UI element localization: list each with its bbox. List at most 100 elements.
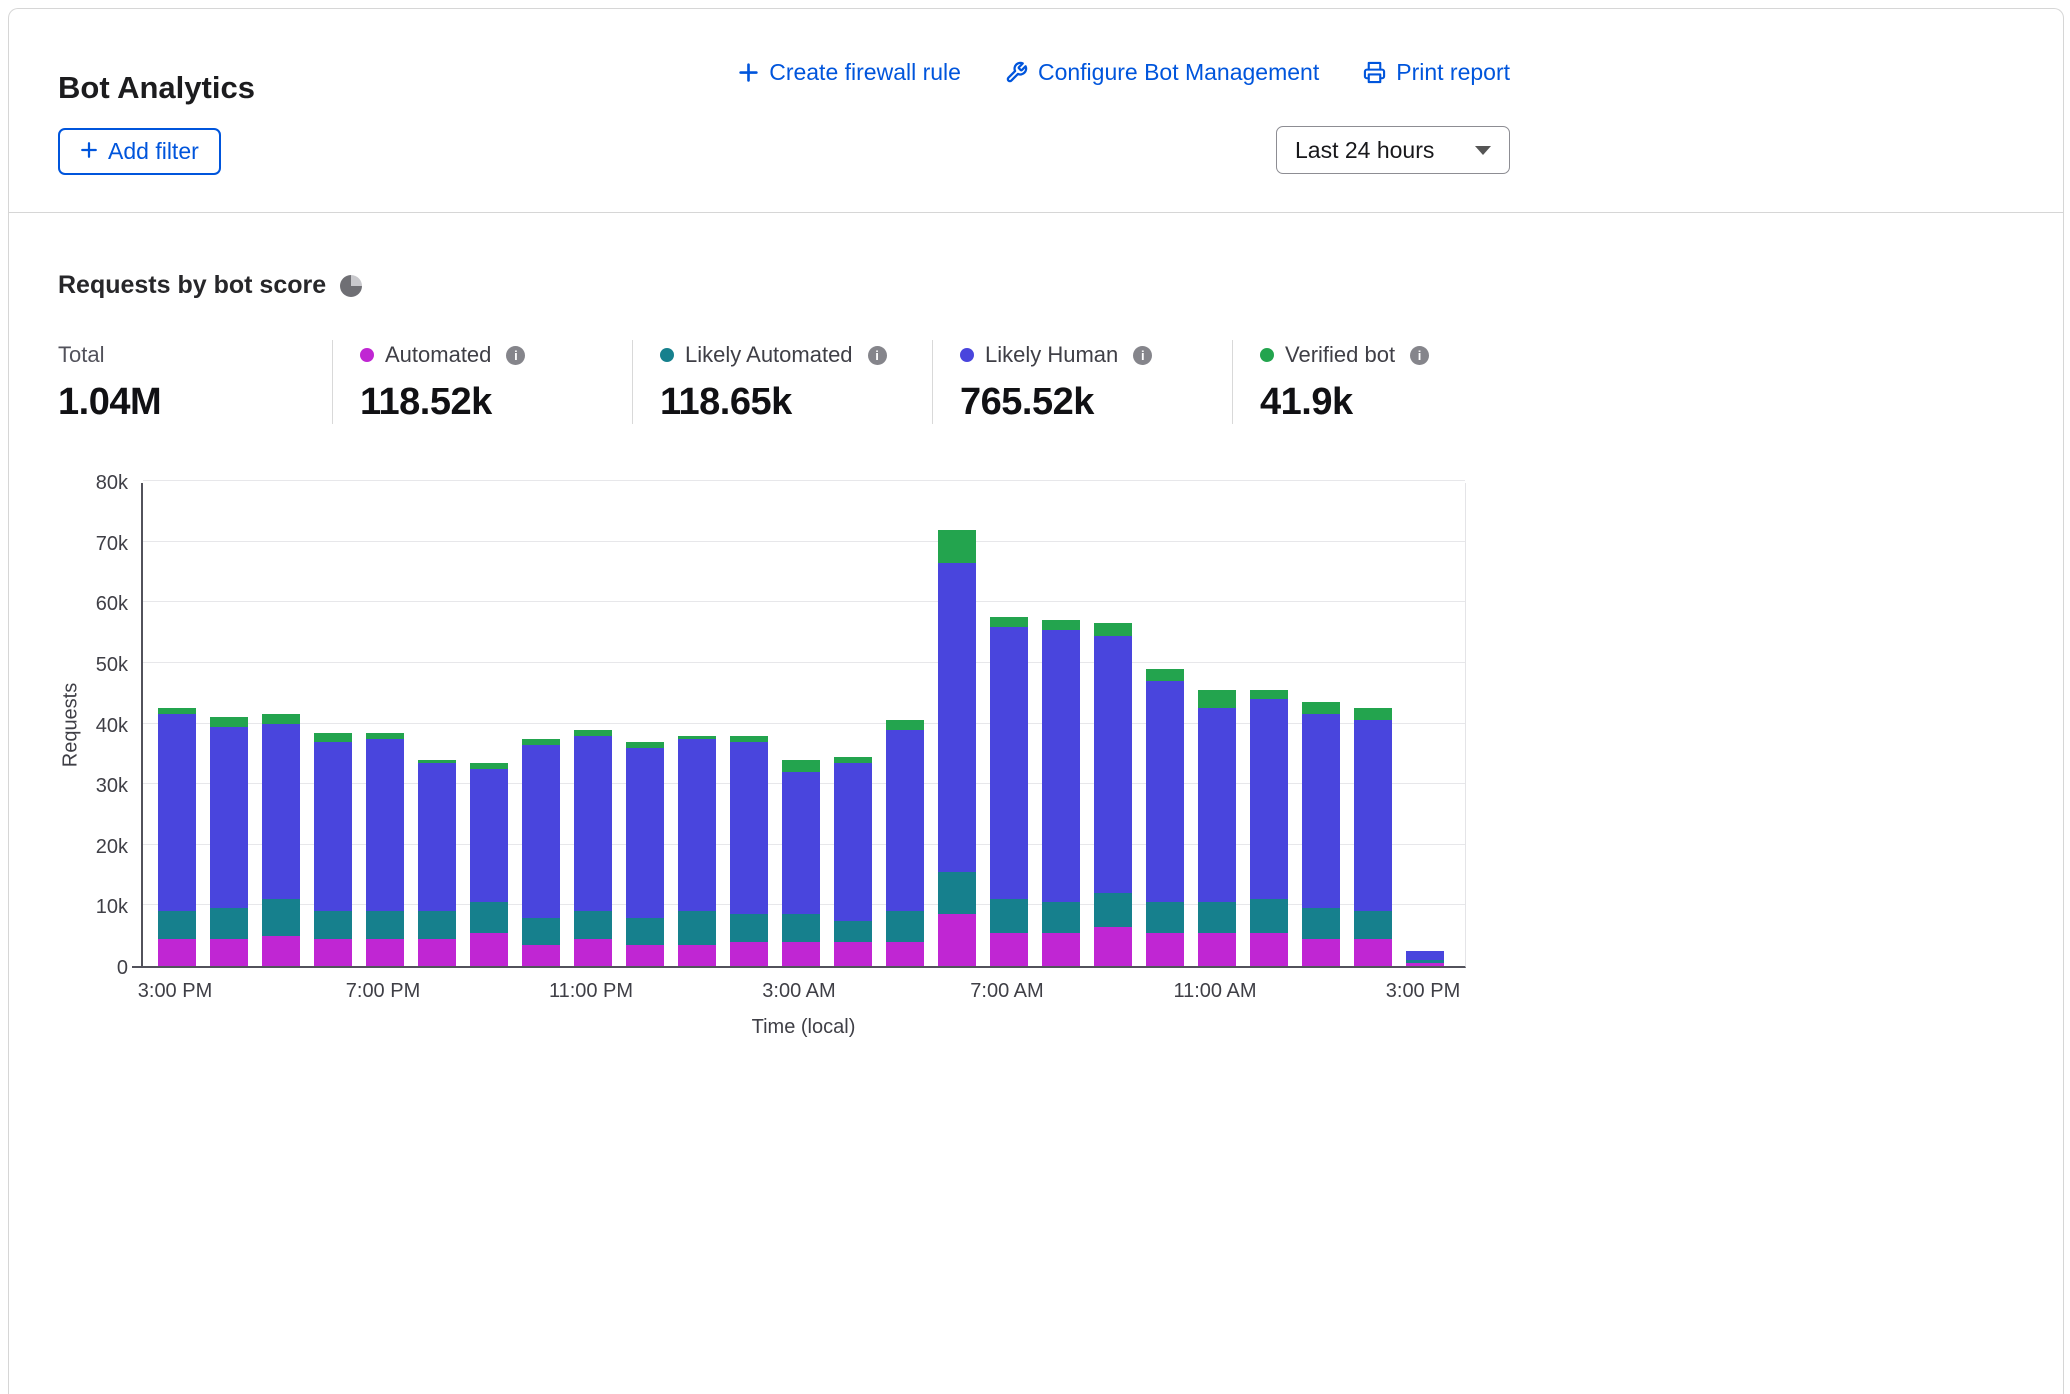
wrench-icon — [1005, 61, 1028, 84]
bar-segment — [1250, 899, 1288, 932]
bar-20[interactable] — [1198, 690, 1236, 966]
x-tick-label: 3:00 AM — [762, 980, 835, 1003]
bar-14[interactable] — [886, 720, 924, 966]
bar-segment — [470, 933, 508, 966]
bar-0[interactable] — [158, 708, 196, 966]
bar-3[interactable] — [314, 733, 352, 966]
bar-6[interactable] — [470, 763, 508, 966]
bar-segment — [730, 742, 768, 915]
info-icon[interactable]: i — [506, 346, 525, 365]
bar-segment — [262, 899, 300, 935]
bar-7[interactable] — [522, 739, 560, 966]
add-filter-button[interactable]: Add filter — [58, 128, 221, 175]
stat-likely-automated-label: Likely Automated — [685, 342, 853, 368]
stat-total: Total 1.04M — [58, 340, 332, 424]
bar-5[interactable] — [418, 760, 456, 966]
y-tick-label: 60k — [96, 592, 128, 616]
bar-segment — [1354, 708, 1392, 720]
bar-15[interactable] — [938, 530, 976, 967]
bar-segment — [1042, 933, 1080, 966]
time-range-select[interactable]: Last 24 hours — [1276, 126, 1510, 174]
create-firewall-rule-link[interactable]: Create firewall rule — [738, 59, 961, 86]
bar-8[interactable] — [574, 730, 612, 966]
bar-segment — [158, 939, 196, 966]
stats-row: Total 1.04M Automated i 118.52k Like — [58, 340, 1510, 424]
page-title: Bot Analytics — [58, 70, 255, 106]
info-icon[interactable]: i — [868, 346, 887, 365]
bar-segment — [314, 733, 352, 742]
bar-9[interactable] — [626, 742, 664, 966]
bar-18[interactable] — [1094, 623, 1132, 966]
bar-segment — [262, 936, 300, 966]
bar-segment — [1094, 623, 1132, 635]
likely-automated-legend-dot — [660, 348, 674, 362]
bar-segment — [314, 742, 352, 912]
bar-2[interactable] — [262, 714, 300, 966]
bar-segment — [1146, 902, 1184, 932]
bar-segment — [1094, 927, 1132, 966]
bar-segment — [990, 933, 1028, 966]
bar-16[interactable] — [990, 617, 1028, 966]
x-tick-label: 11:00 PM — [549, 980, 633, 1003]
y-axis-zero-tick — [132, 966, 141, 968]
bar-19[interactable] — [1146, 669, 1184, 966]
bar-segment — [834, 763, 872, 921]
print-report-link[interactable]: Print report — [1363, 59, 1510, 86]
bar-segment — [938, 872, 976, 914]
plus-icon — [80, 138, 98, 165]
bar-segment — [1094, 636, 1132, 894]
bar-segment — [366, 939, 404, 966]
stat-likely-human: Likely Human i 765.52k — [932, 340, 1232, 424]
bar-13[interactable] — [834, 757, 872, 966]
bar-1[interactable] — [210, 717, 248, 966]
y-tick-label: 20k — [96, 835, 128, 859]
bar-segment — [1302, 939, 1340, 966]
bar-23[interactable] — [1354, 708, 1392, 966]
bar-segment — [938, 914, 976, 966]
bar-segment — [1198, 902, 1236, 932]
bar-17[interactable] — [1042, 620, 1080, 966]
bar-segment — [470, 902, 508, 932]
bar-segment — [1406, 963, 1444, 966]
bar-segment — [1406, 951, 1444, 960]
bar-segment — [886, 911, 924, 941]
bar-4[interactable] — [366, 733, 404, 966]
bar-segment — [730, 914, 768, 941]
bar-segment — [470, 769, 508, 902]
bar-24[interactable] — [1406, 951, 1444, 966]
bar-segment — [418, 763, 456, 912]
x-tick-label: 7:00 AM — [970, 980, 1043, 1003]
bar-segment — [938, 530, 976, 563]
printer-icon — [1363, 61, 1386, 84]
info-icon[interactable]: i — [1133, 346, 1152, 365]
stat-total-label: Total — [58, 342, 104, 368]
bar-segment — [1302, 714, 1340, 908]
bar-22[interactable] — [1302, 702, 1340, 966]
y-tick-label: 80k — [96, 471, 128, 495]
x-tick-label: 11:00 AM — [1173, 980, 1256, 1003]
y-axis-ticks: 010k20k30k40k50k60k70k80k — [58, 483, 128, 968]
bar-segment — [626, 945, 664, 966]
bar-segment — [418, 939, 456, 966]
x-tick-label: 3:00 PM — [138, 980, 212, 1003]
time-range-value: Last 24 hours — [1295, 137, 1434, 164]
requests-chart: Requests 010k20k30k40k50k60k70k80k 3:00 … — [58, 469, 1510, 1079]
bar-segment — [1250, 699, 1288, 899]
configure-bot-management-link[interactable]: Configure Bot Management — [1005, 59, 1319, 86]
bar-10[interactable] — [678, 736, 716, 966]
info-icon[interactable]: i — [1410, 346, 1429, 365]
stat-likely-human-label: Likely Human — [985, 342, 1118, 368]
bar-11[interactable] — [730, 736, 768, 966]
bar-segment — [262, 724, 300, 900]
plot-area — [141, 483, 1466, 968]
create-firewall-rule-label: Create firewall rule — [769, 59, 961, 86]
bar-segment — [1354, 720, 1392, 911]
bar-21[interactable] — [1250, 690, 1288, 966]
bar-segment — [834, 921, 872, 942]
bar-12[interactable] — [782, 760, 820, 966]
section-title: Requests by bot score — [58, 271, 326, 300]
bar-segment — [574, 911, 612, 938]
gridline — [143, 662, 1465, 663]
bar-segment — [210, 908, 248, 938]
bar-segment — [938, 563, 976, 872]
